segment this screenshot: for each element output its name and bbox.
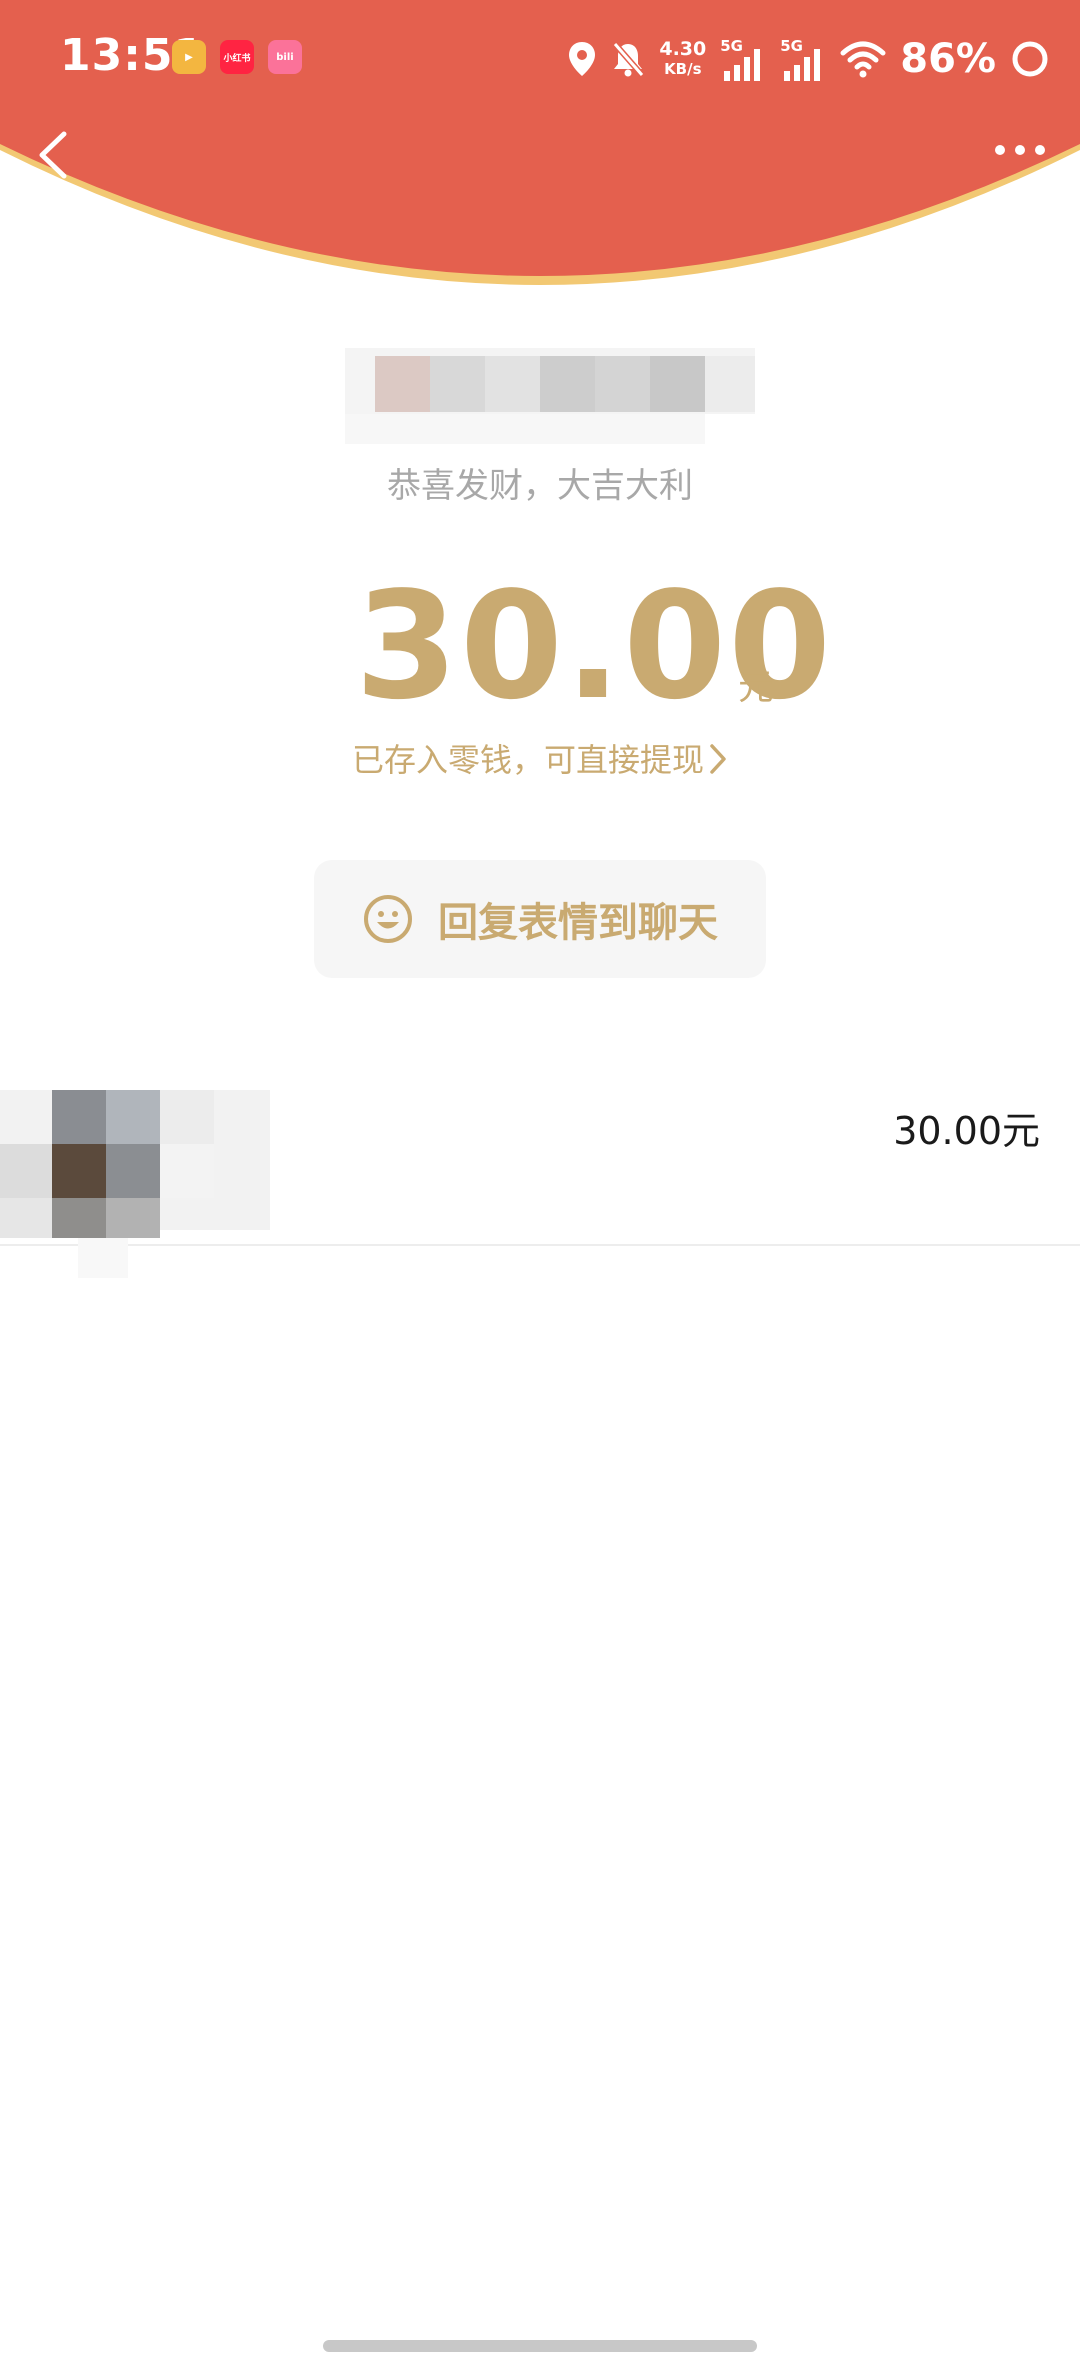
reply-label: 回复表情到聊天 — [438, 900, 718, 946]
back-button[interactable] — [20, 120, 90, 190]
signal-bars-icon — [784, 49, 821, 81]
deposit-text: 已存入零钱，可直接提现 — [351, 741, 704, 779]
reply-emoji-button[interactable]: 回复表情到聊天 — [314, 860, 766, 978]
network-speed: 4.30 KB/s — [659, 39, 706, 79]
chevron-left-icon — [39, 131, 67, 179]
more-button[interactable] — [990, 130, 1050, 170]
amount-currency: 元 — [738, 667, 775, 708]
smile-icon — [364, 895, 412, 943]
bilibili-app-icon: bili — [268, 40, 302, 74]
sim1-signal: 5G — [720, 35, 766, 83]
battery-percent: 86% — [900, 36, 996, 82]
video-app-icon: ▶ — [172, 40, 206, 74]
amount-display: 30.00 元 — [0, 560, 1080, 732]
wifi-icon — [840, 39, 886, 79]
more-horizontal-icon — [995, 145, 1045, 155]
status-bar: 13:51 ▶ 小红书 bili 4.30 KB/s 5G 5G 86% — [0, 0, 1080, 120]
network-speed-value: 4.30 — [659, 38, 707, 60]
greeting-text: 恭喜发财，大吉大利 — [387, 466, 693, 506]
receiver-avatar-blurred — [0, 1090, 270, 1278]
network-speed-unit: KB/s — [664, 60, 702, 78]
sim2-signal: 5G — [780, 35, 826, 83]
home-indicator[interactable] — [323, 2340, 757, 2352]
location-icon — [567, 40, 597, 78]
record-amount: 30.00元 — [893, 1109, 1040, 1153]
deposit-to-balance-link[interactable]: 已存入零钱，可直接提现 — [0, 735, 1080, 781]
status-indicators: 4.30 KB/s 5G 5G 86% — [553, 28, 1050, 90]
sender-info-blurred — [345, 348, 755, 444]
mute-bell-icon — [611, 40, 645, 78]
xiaohongshu-app-icon: 小红书 — [220, 40, 254, 74]
signal-bars-icon — [724, 49, 761, 81]
battery-ring-icon — [1010, 39, 1050, 79]
red-packet-detail-page: 13:51 ▶ 小红书 bili 4.30 KB/s 5G 5G 86% 恭喜发… — [0, 0, 1080, 2376]
receiver-record-row[interactable]: 30.00元 — [0, 1070, 1080, 1278]
chevron-right-icon — [708, 743, 728, 783]
